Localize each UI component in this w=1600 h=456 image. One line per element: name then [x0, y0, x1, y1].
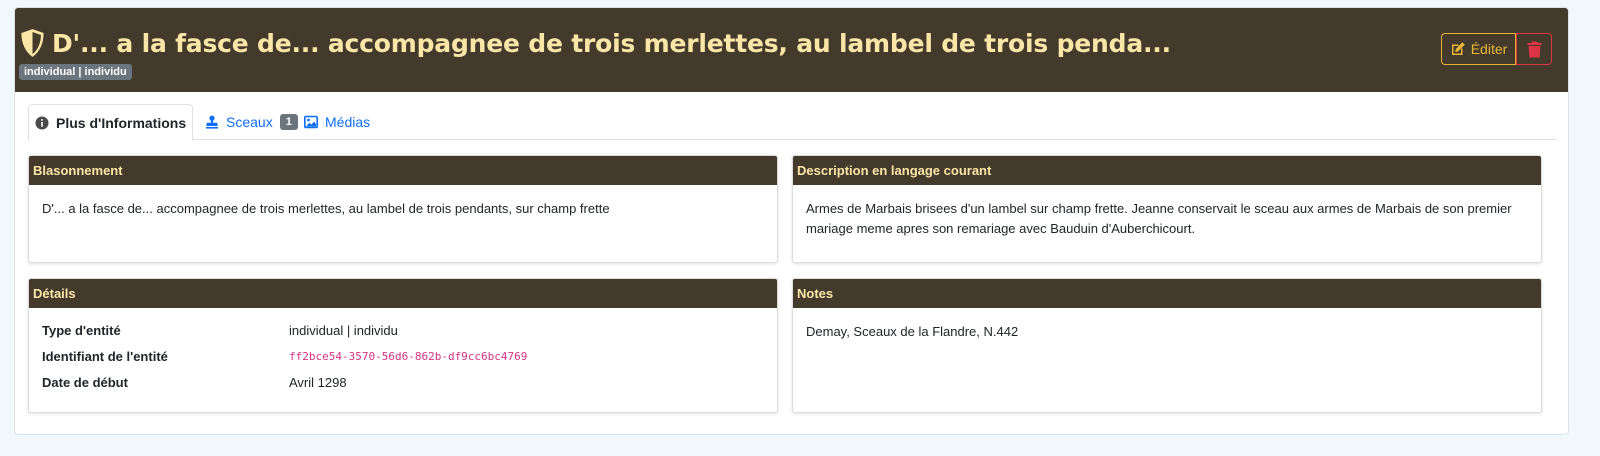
edit-button[interactable]: Éditer — [1441, 33, 1516, 65]
detail-label: Date de début — [42, 375, 128, 390]
edit-button-label: Éditer — [1470, 41, 1508, 57]
description-panel-title: Description en langage courant — [793, 156, 1541, 185]
delete-button[interactable] — [1516, 33, 1552, 65]
tab-bar: Plus d'Informations Sceaux 1 Médias — [28, 104, 1556, 141]
seals-count-badge: 1 — [279, 114, 298, 130]
entity-header: D'... a la fasce de... accompagnee de tr… — [15, 8, 1568, 92]
shield-icon — [21, 29, 44, 57]
detail-value: Avril 1298 — [289, 375, 347, 390]
detail-value: individual | individu — [289, 323, 398, 338]
description-text: Armes de Marbais brisees d'un lambel sur… — [806, 201, 1512, 236]
detail-row-start-date: Date de début Avril 1298 — [42, 370, 764, 396]
tab-more-info[interactable]: Plus d'Informations — [28, 104, 194, 141]
notes-text: Demay, Sceaux de la Flandre, N.442 — [806, 324, 1019, 339]
entity-type-badge: individual | individu — [19, 64, 132, 80]
tab-seals[interactable]: Sceaux 1 — [205, 104, 298, 140]
info-icon — [35, 116, 49, 129]
details-list: Type d'entité individual | individu Iden… — [29, 308, 777, 396]
entity-id-code: ff2bce54-3570-56d6-862b-df9cc6bc4769 — [289, 350, 528, 363]
description-panel: Description en langage courant Armes de … — [792, 155, 1542, 263]
image-icon — [304, 115, 318, 129]
blazon-panel-title: Blasonnement — [29, 156, 777, 185]
page-title: D'... a la fasce de... accompagnee de tr… — [52, 28, 1171, 58]
blazon-panel: Blasonnement D'... a la fasce de... acco… — [28, 155, 778, 263]
tab-seals-label: Sceaux — [226, 114, 273, 130]
tab-more-info-label: Plus d'Informations — [56, 114, 187, 131]
detail-row-entity-id: Identifiant de l'entité ff2bce54-3570-56… — [42, 344, 764, 370]
entity-card: D'... a la fasce de... accompagnee de tr… — [14, 7, 1569, 435]
detail-row-entity-type: Type d'entité individual | individu — [42, 318, 764, 344]
details-panel: Détails Type d'entité individual | indiv… — [28, 278, 778, 413]
stamp-icon — [206, 115, 218, 129]
edit-icon — [1451, 42, 1465, 55]
details-panel-title: Détails — [29, 279, 777, 308]
blazon-text: D'... a la fasce de... accompagnee de tr… — [42, 201, 610, 216]
notes-panel: Notes Demay, Sceaux de la Flandre, N.442 — [792, 278, 1542, 413]
notes-panel-title: Notes — [793, 279, 1541, 308]
trash-icon — [1527, 41, 1541, 57]
detail-label: Type d'entité — [42, 323, 121, 338]
title-row: D'... a la fasce de... accompagnee de tr… — [19, 28, 1171, 58]
detail-label: Identifiant de l'entité — [42, 349, 168, 364]
tab-media-label: Médias — [325, 114, 371, 130]
tab-media[interactable]: Médias — [304, 104, 370, 140]
